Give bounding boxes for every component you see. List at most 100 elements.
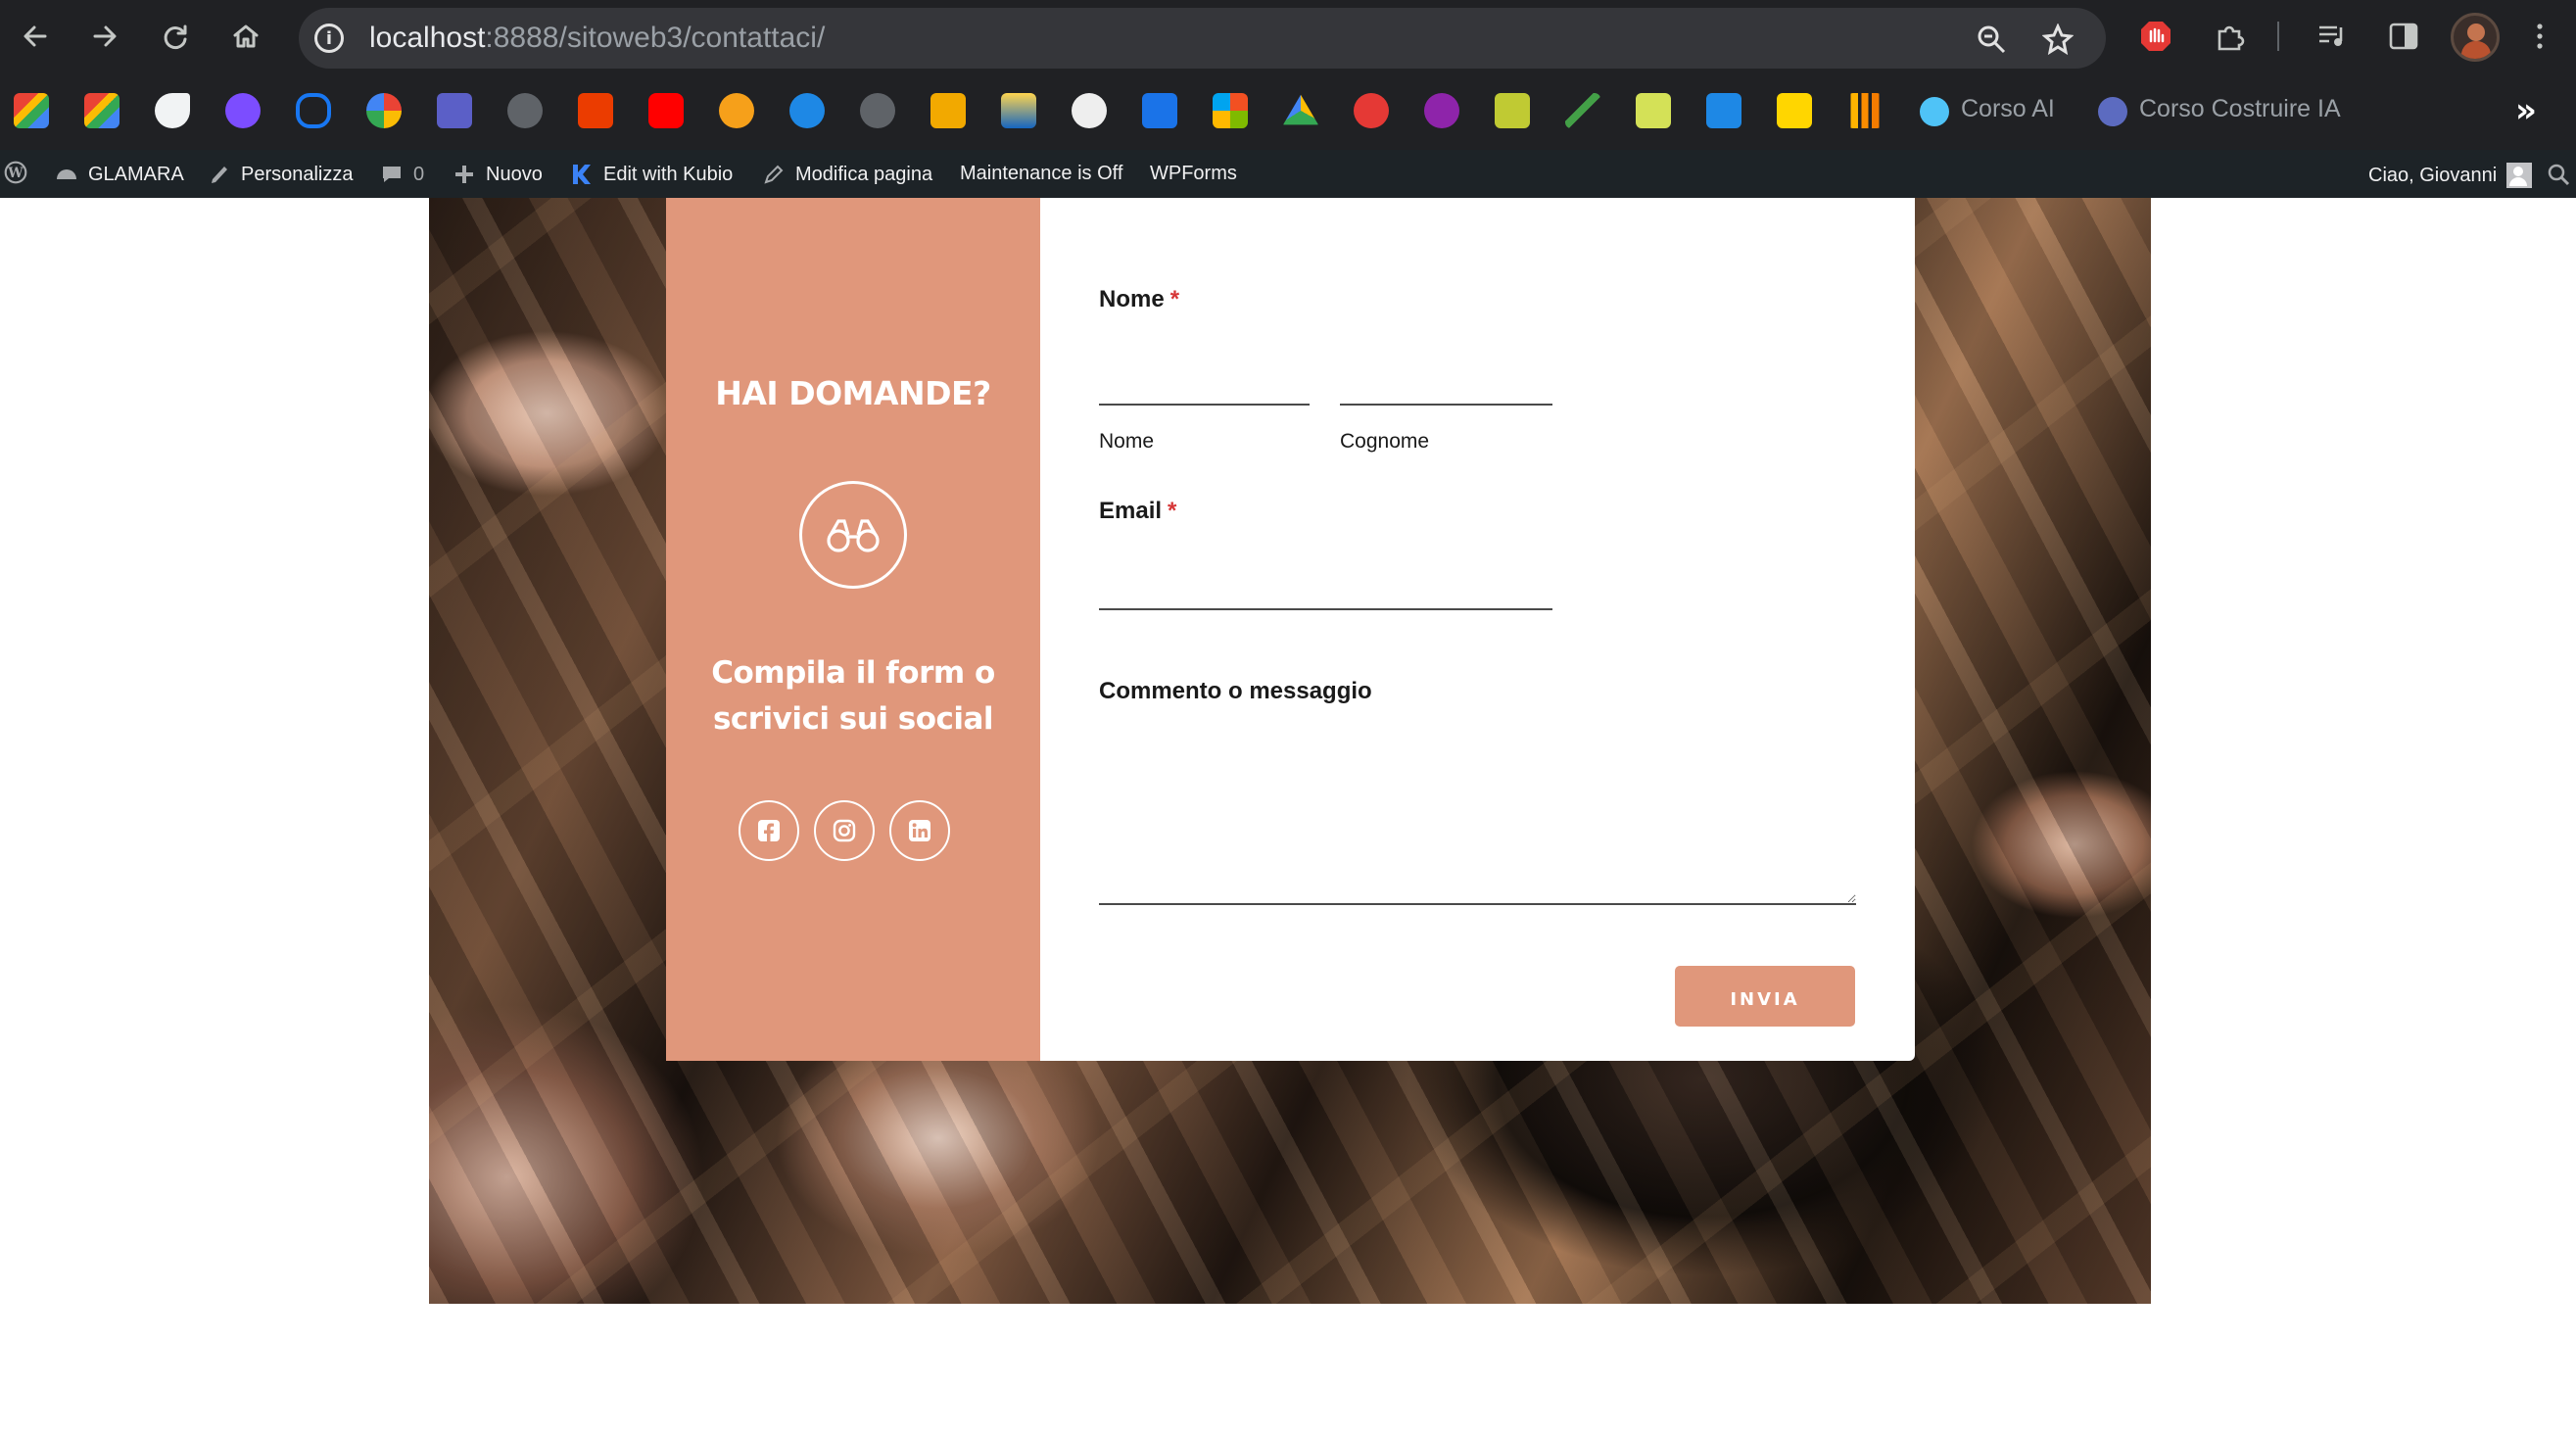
plus-icon xyxy=(453,163,476,186)
svg-text:W: W xyxy=(7,166,24,181)
wpforms-label: WPForms xyxy=(1150,163,1237,184)
media-controls-icon[interactable] xyxy=(2314,19,2350,54)
ef-bookmark-icon[interactable] xyxy=(1706,93,1741,128)
brush-icon xyxy=(208,163,231,186)
maintenance-link[interactable]: Maintenance is Off xyxy=(960,163,1122,185)
required-asterisk: * xyxy=(1169,286,1180,312)
admin-search-icon[interactable] xyxy=(2547,163,2570,186)
maintenance-label: Maintenance is Off xyxy=(960,163,1123,184)
comments-count: 0 xyxy=(413,163,425,185)
sidebar-title: HAI DOMANDE? xyxy=(715,374,991,412)
hb-bookmark-icon[interactable] xyxy=(1636,93,1671,128)
amazon-bookmark-icon[interactable] xyxy=(930,93,966,128)
wp-admin-bar: W GLAMARA Personalizza 0 Nuovo Edit with… xyxy=(0,150,2576,198)
last-name-input[interactable] xyxy=(1340,360,1552,406)
message-textarea[interactable] xyxy=(1099,709,1856,905)
sync-bookmark-icon[interactable] xyxy=(1354,93,1389,128)
edit-page-link[interactable]: Modifica pagina xyxy=(762,163,932,186)
kubio-link[interactable]: Edit with Kubio xyxy=(570,163,733,186)
play-bookmark-icon[interactable] xyxy=(789,93,825,128)
bookmark-corso-ai[interactable]: Corso AI xyxy=(1961,95,2055,123)
bookmark-corso-costruire-ia[interactable]: Corso Costruire IA xyxy=(2139,95,2341,123)
email-field-label: Email * xyxy=(1099,498,1176,525)
side-panel-icon[interactable] xyxy=(2386,19,2421,54)
canva-bookmark-icon[interactable] xyxy=(225,93,261,128)
url-path: :8888/sitoweb3/contattaci/ xyxy=(485,22,826,54)
new-label: Nuovo xyxy=(486,163,543,185)
browser-toolbar: i localhost:8888/sitoweb3/contattaci/ xyxy=(0,0,2576,73)
microsoft-bookmark-icon[interactable] xyxy=(1213,93,1248,128)
comments-link[interactable]: 0 xyxy=(380,163,424,186)
bookmark-star-icon[interactable] xyxy=(2041,23,2075,56)
user-avatar-icon xyxy=(2506,163,2533,188)
corso-ai-icon xyxy=(1920,97,1949,126)
kubio-label: Edit with Kubio xyxy=(603,163,734,185)
bookmark-icon-purple[interactable] xyxy=(1424,93,1459,128)
first-name-sublabel: Nome xyxy=(1099,430,1155,453)
kubio-icon xyxy=(570,163,594,186)
bookmark-icon-gradient[interactable] xyxy=(1001,93,1036,128)
google-bookmark-icon[interactable] xyxy=(366,93,402,128)
message-field-label: Commento o messaggio xyxy=(1099,678,1372,704)
comment-icon xyxy=(380,163,404,186)
site-name-link[interactable]: GLAMARA xyxy=(55,163,184,186)
wordpress-logo-icon[interactable]: W xyxy=(4,161,31,188)
address-bar[interactable]: i localhost:8888/sitoweb3/contattaci/ xyxy=(299,8,2106,69)
name-label-text: Nome xyxy=(1099,286,1165,312)
reload-icon[interactable] xyxy=(155,16,196,57)
required-asterisk: * xyxy=(1168,498,1177,524)
customize-link[interactable]: Personalizza xyxy=(208,163,354,186)
url-host: localhost xyxy=(369,22,486,54)
youtube-bookmark-icon[interactable] xyxy=(648,93,684,128)
globe-bookmark-icon[interactable] xyxy=(507,93,543,128)
zoom-icon[interactable] xyxy=(1976,24,2007,55)
home-icon[interactable] xyxy=(225,16,266,57)
linkedin-icon[interactable] xyxy=(889,800,950,861)
new-content-link[interactable]: Nuovo xyxy=(453,163,543,186)
office-bookmark-icon[interactable] xyxy=(578,93,613,128)
sidebar-subtitle: Compila il form o scrivici sui social xyxy=(711,655,995,737)
account-link[interactable]: Ciao, Giovanni xyxy=(2368,163,2533,188)
teams-bookmark-icon[interactable] xyxy=(437,93,472,128)
url-text[interactable]: localhost:8888/sitoweb3/contattaci/ xyxy=(369,22,825,55)
bookmark-icon-white[interactable] xyxy=(1072,93,1107,128)
browser-menu-icon[interactable] xyxy=(2522,19,2557,54)
binoculars-icon xyxy=(799,481,907,589)
customize-label: Personalizza xyxy=(241,163,354,185)
first-name-input[interactable] xyxy=(1099,360,1310,406)
wpforms-link[interactable]: WPForms xyxy=(1150,163,1237,185)
bookmark-icon-orange[interactable] xyxy=(719,93,754,128)
submit-button[interactable]: INVIA xyxy=(1675,966,1855,1027)
bookmarks-bar: Corso AI Corso Costruire IA » xyxy=(0,73,2576,150)
gmail-bookmark-icon[interactable] xyxy=(14,93,49,128)
last-name-sublabel: Cognome xyxy=(1340,430,1430,453)
document-bookmark-icon[interactable] xyxy=(1142,93,1177,128)
more-bookmarks-icon[interactable]: » xyxy=(2515,91,2537,130)
site-name-label: GLAMARA xyxy=(88,163,184,185)
instagram-icon[interactable] xyxy=(814,800,875,861)
site-info-icon[interactable]: i xyxy=(314,24,344,53)
email-input[interactable] xyxy=(1099,565,1552,610)
name-field-label: Nome * xyxy=(1099,286,1179,313)
chart-bookmark-icon[interactable] xyxy=(1565,93,1600,128)
corso-costruire-ia-icon xyxy=(2098,97,2127,126)
adblock-extension-icon[interactable] xyxy=(2138,19,2173,54)
facebook-icon[interactable] xyxy=(739,800,799,861)
back-icon[interactable] xyxy=(15,16,56,57)
miro-bookmark-icon[interactable] xyxy=(1777,93,1812,128)
greeting-label: Ciao, Giovanni xyxy=(2368,164,2498,186)
email-label-text: Email xyxy=(1099,498,1163,524)
pencil-icon xyxy=(762,163,786,186)
globe-bookmark-icon-2[interactable] xyxy=(860,93,895,128)
bookmark-icon-green[interactable] xyxy=(1495,93,1530,128)
dashboard-icon xyxy=(55,163,78,186)
gmail-bookmark-icon-2[interactable] xyxy=(84,93,119,128)
notes-bookmark-icon[interactable] xyxy=(155,93,190,128)
meta-bookmark-icon[interactable] xyxy=(296,93,331,128)
drive-bookmark-icon[interactable] xyxy=(1283,94,1318,125)
contact-sidebar: HAI DOMANDE? Compila il form o scrivici … xyxy=(666,198,1040,1061)
analytics-bookmark-icon[interactable] xyxy=(1847,93,1883,128)
profile-avatar[interactable] xyxy=(2451,13,2500,62)
extensions-icon[interactable] xyxy=(2213,19,2248,54)
forward-icon[interactable] xyxy=(84,16,125,57)
